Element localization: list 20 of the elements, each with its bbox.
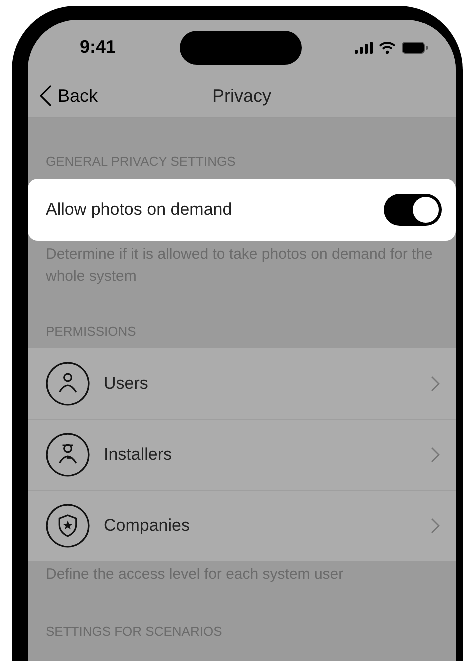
status-time: 9:41 <box>80 36 116 59</box>
screen-title: Privacy <box>212 84 272 108</box>
user-icon <box>46 362 90 406</box>
list-item[interactable]: Users <box>28 348 456 419</box>
row-label: Users <box>104 372 150 395</box>
chevron-left-icon <box>40 85 52 107</box>
user-cap-icon <box>46 433 90 477</box>
back-button[interactable]: Back <box>28 82 98 110</box>
row-label: Allow photos on demand <box>46 198 232 221</box>
row-label: Companies <box>104 515 191 538</box>
signal-icon <box>355 42 373 54</box>
chevron-right-icon <box>431 376 440 392</box>
list-item[interactable]: Installers <box>28 419 456 490</box>
list-item[interactable]: Companies <box>28 490 456 561</box>
battery-icon <box>402 42 428 54</box>
row-label: Installers <box>104 444 174 466</box>
wifi-icon <box>379 42 396 54</box>
chevron-right-icon <box>431 447 440 463</box>
chevron-right-icon <box>431 518 440 534</box>
toggle-switch[interactable] <box>384 194 442 226</box>
